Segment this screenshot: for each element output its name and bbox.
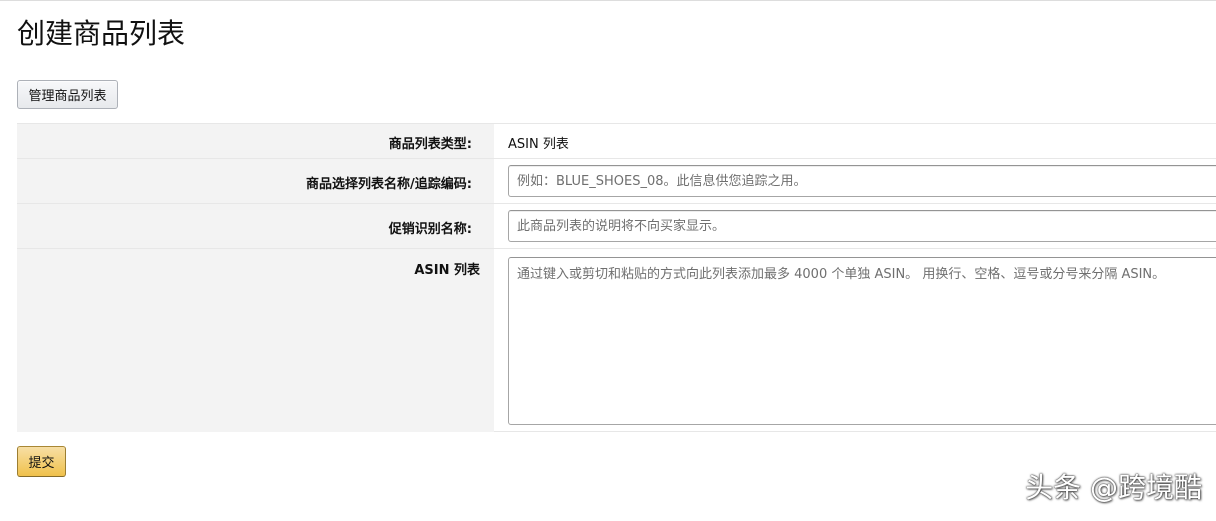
promo-name-input[interactable] xyxy=(508,210,1216,242)
form-row-list-name: 商品选择列表名称/追踪编码: xyxy=(17,159,1216,204)
promo-name-label: 促销识别名称: xyxy=(388,222,472,237)
manage-product-lists-button[interactable]: 管理商品列表 xyxy=(17,80,118,109)
page-title: 创建商品列表 xyxy=(17,17,186,50)
label-cell: 商品选择列表名称/追踪编码: xyxy=(17,159,494,203)
form-row-asin-list: ASIN 列表 xyxy=(17,249,1216,432)
list-name-label: 商品选择列表名称/追踪编码: xyxy=(306,177,472,192)
asin-list-label: ASIN 列表 xyxy=(414,263,480,278)
list-type-value: ASIN 列表 xyxy=(508,137,569,152)
asin-list-textarea[interactable] xyxy=(508,257,1216,425)
form-row-list-type: 商品列表类型: ASIN 列表 xyxy=(17,124,1216,159)
list-name-input[interactable] xyxy=(508,165,1216,197)
label-cell: 促销识别名称: xyxy=(17,204,494,248)
label-cell: 商品列表类型: xyxy=(17,124,494,158)
submit-button[interactable]: 提交 xyxy=(17,446,66,477)
label-cell: ASIN 列表 xyxy=(17,249,494,432)
form-row-promo-name: 促销识别名称: xyxy=(17,204,1216,249)
top-divider xyxy=(0,0,1216,1)
watermark-text: 头条 @跨境酷 xyxy=(1025,471,1202,504)
list-type-label: 商品列表类型: xyxy=(388,137,472,152)
product-list-form: 商品列表类型: ASIN 列表 商品选择列表名称/追踪编码: 促销识别名称: A… xyxy=(17,123,1216,432)
